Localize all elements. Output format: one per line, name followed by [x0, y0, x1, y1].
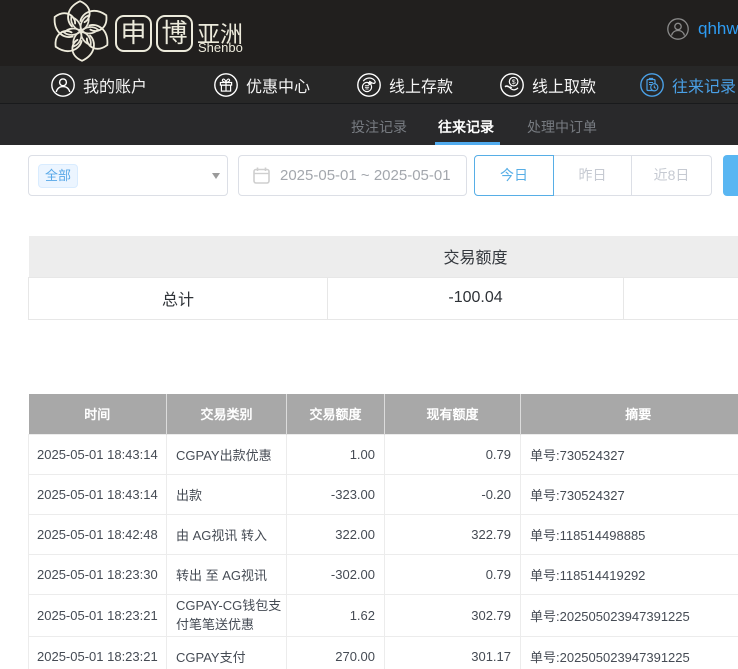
svg-text:$: $ — [512, 79, 516, 86]
